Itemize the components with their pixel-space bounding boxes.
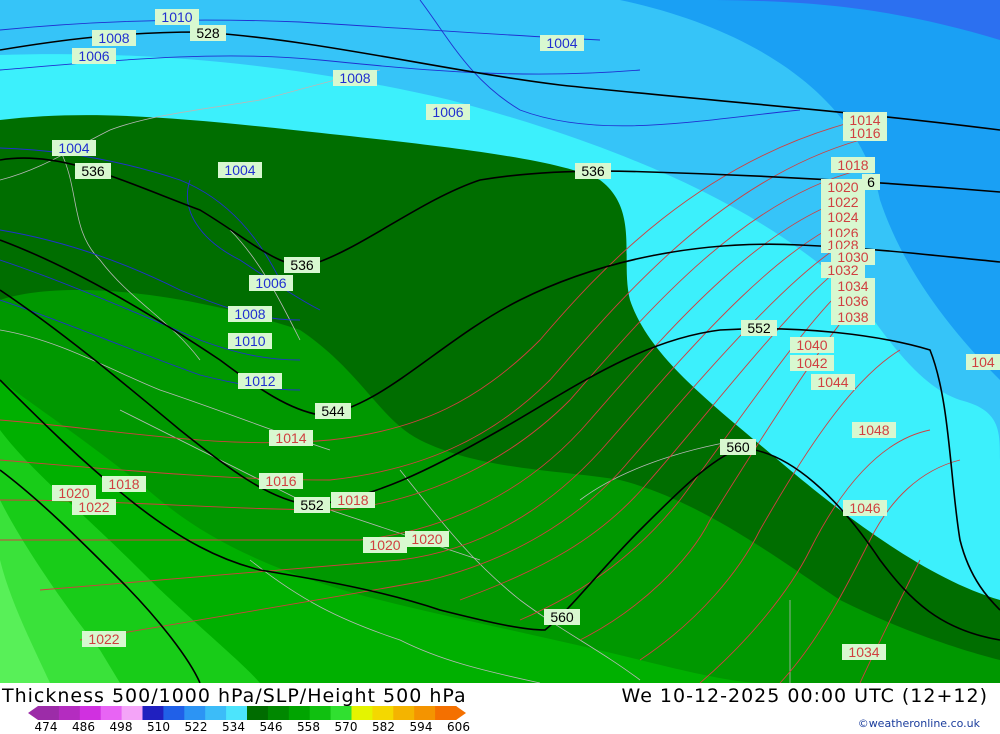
slp-label: 1024 [827,209,858,225]
slp-label: 1022 [827,194,858,210]
map-title: Thickness 500/1000 hPa/SLP/Height 500 hP… [2,685,467,707]
slp-label: 1034 [837,278,868,294]
slp-label: 1016 [265,473,296,489]
slp-label: 104 [971,354,995,370]
slp-label: 1018 [108,476,139,492]
slp-label: 1004 [546,35,577,51]
colorbar-swatch [288,706,311,720]
slp-label: 1044 [817,374,848,390]
colorbar-tick-label: 606 [447,720,470,734]
colorbar-swatch [121,706,143,720]
colorbar-swatch [414,706,436,720]
slp-label: 1008 [339,70,370,86]
slp-label: 1008 [98,30,129,46]
colorbar-swatch [351,706,373,720]
colorbar-tick-label: 498 [109,720,133,734]
colorbar-swatch [330,706,352,720]
slp-label: 1018 [337,492,368,508]
colorbar-swatch [205,706,227,720]
slp-label: 1038 [837,309,868,325]
colorbar-tick-label: 570 [334,720,358,734]
colorbar [28,706,466,720]
colorbar-right-arrow [456,706,466,720]
weather-map: 1010 1008 1006 1004 1008 1006 1004 1004 … [0,0,1000,683]
colorbar-swatch [226,706,248,720]
height-label: 536 [581,163,605,179]
slp-label: 1014 [275,430,306,446]
slp-label: 1012 [244,373,275,389]
colorbar-swatch [184,706,206,720]
slp-label: 1006 [432,104,463,120]
slp-label: 1018 [837,157,868,173]
colorbar-tick-label: 594 [409,720,433,734]
slp-label: 1010 [161,9,192,25]
slp-label: 1008 [234,306,265,322]
slp-label: 1048 [858,422,889,438]
height-label-partial: 6 [867,174,875,190]
slp-label: 1042 [796,355,827,371]
colorbar-tick-label: 558 [297,720,320,734]
colorbar-tick-label: 582 [372,720,395,734]
slp-label: 1004 [58,140,89,156]
slp-label: 1006 [78,48,109,64]
colorbar-swatch [38,706,60,720]
slp-label: 1020 [827,179,858,195]
height-label: 552 [300,497,324,513]
credit-text: ©weatheronline.co.uk [857,717,980,730]
colorbar-tick-label: 474 [34,720,58,734]
colorbar-tick-label: 534 [222,720,245,734]
colorbar-swatch [58,706,81,720]
colorbar-swatch [100,706,123,720]
slp-label: 1010 [234,333,265,349]
slp-label: 1022 [88,631,119,647]
slp-label: 1020 [369,537,400,553]
height-label: 560 [726,439,750,455]
colorbar-swatch [163,706,185,720]
slp-label: 1034 [848,644,879,660]
slp-label: 1006 [255,275,286,291]
colorbar-swatch [79,706,102,720]
height-label: 536 [290,257,314,273]
colorbar-tick-label: 510 [147,720,170,734]
height-label: 544 [321,403,345,419]
slp-label: 1016 [849,125,880,141]
slp-label: 1022 [78,499,109,515]
slp-label: 1032 [827,262,858,278]
colorbar-swatch [309,706,332,720]
colorbar-swatch [267,706,290,720]
height-label: 536 [81,163,105,179]
footer: Thickness 500/1000 hPa/SLP/Height 500 hP… [0,683,1000,734]
slp-label: 1036 [837,293,868,309]
slp-label: 1004 [224,162,255,178]
height-label: 560 [550,609,574,625]
forecast-datetime: We 10-12-2025 00:00 UTC (12+12) [621,685,988,707]
colorbar-tick-label: 486 [72,720,95,734]
colorbar-tick-label: 546 [259,720,283,734]
colorbar-swatch [393,706,415,720]
colorbar-swatch [142,706,164,720]
height-label: 528 [196,25,220,41]
height-label: 552 [747,320,771,336]
colorbar-tick-label: 522 [184,720,208,734]
colorbar-swatch [247,706,269,720]
colorbar-swatch [372,706,394,720]
slp-label: 1046 [849,500,880,516]
colorbar-left-arrow [28,706,38,720]
colorbar-swatch [435,706,457,720]
slp-label: 1040 [796,337,827,353]
slp-label: 1020 [411,531,442,547]
